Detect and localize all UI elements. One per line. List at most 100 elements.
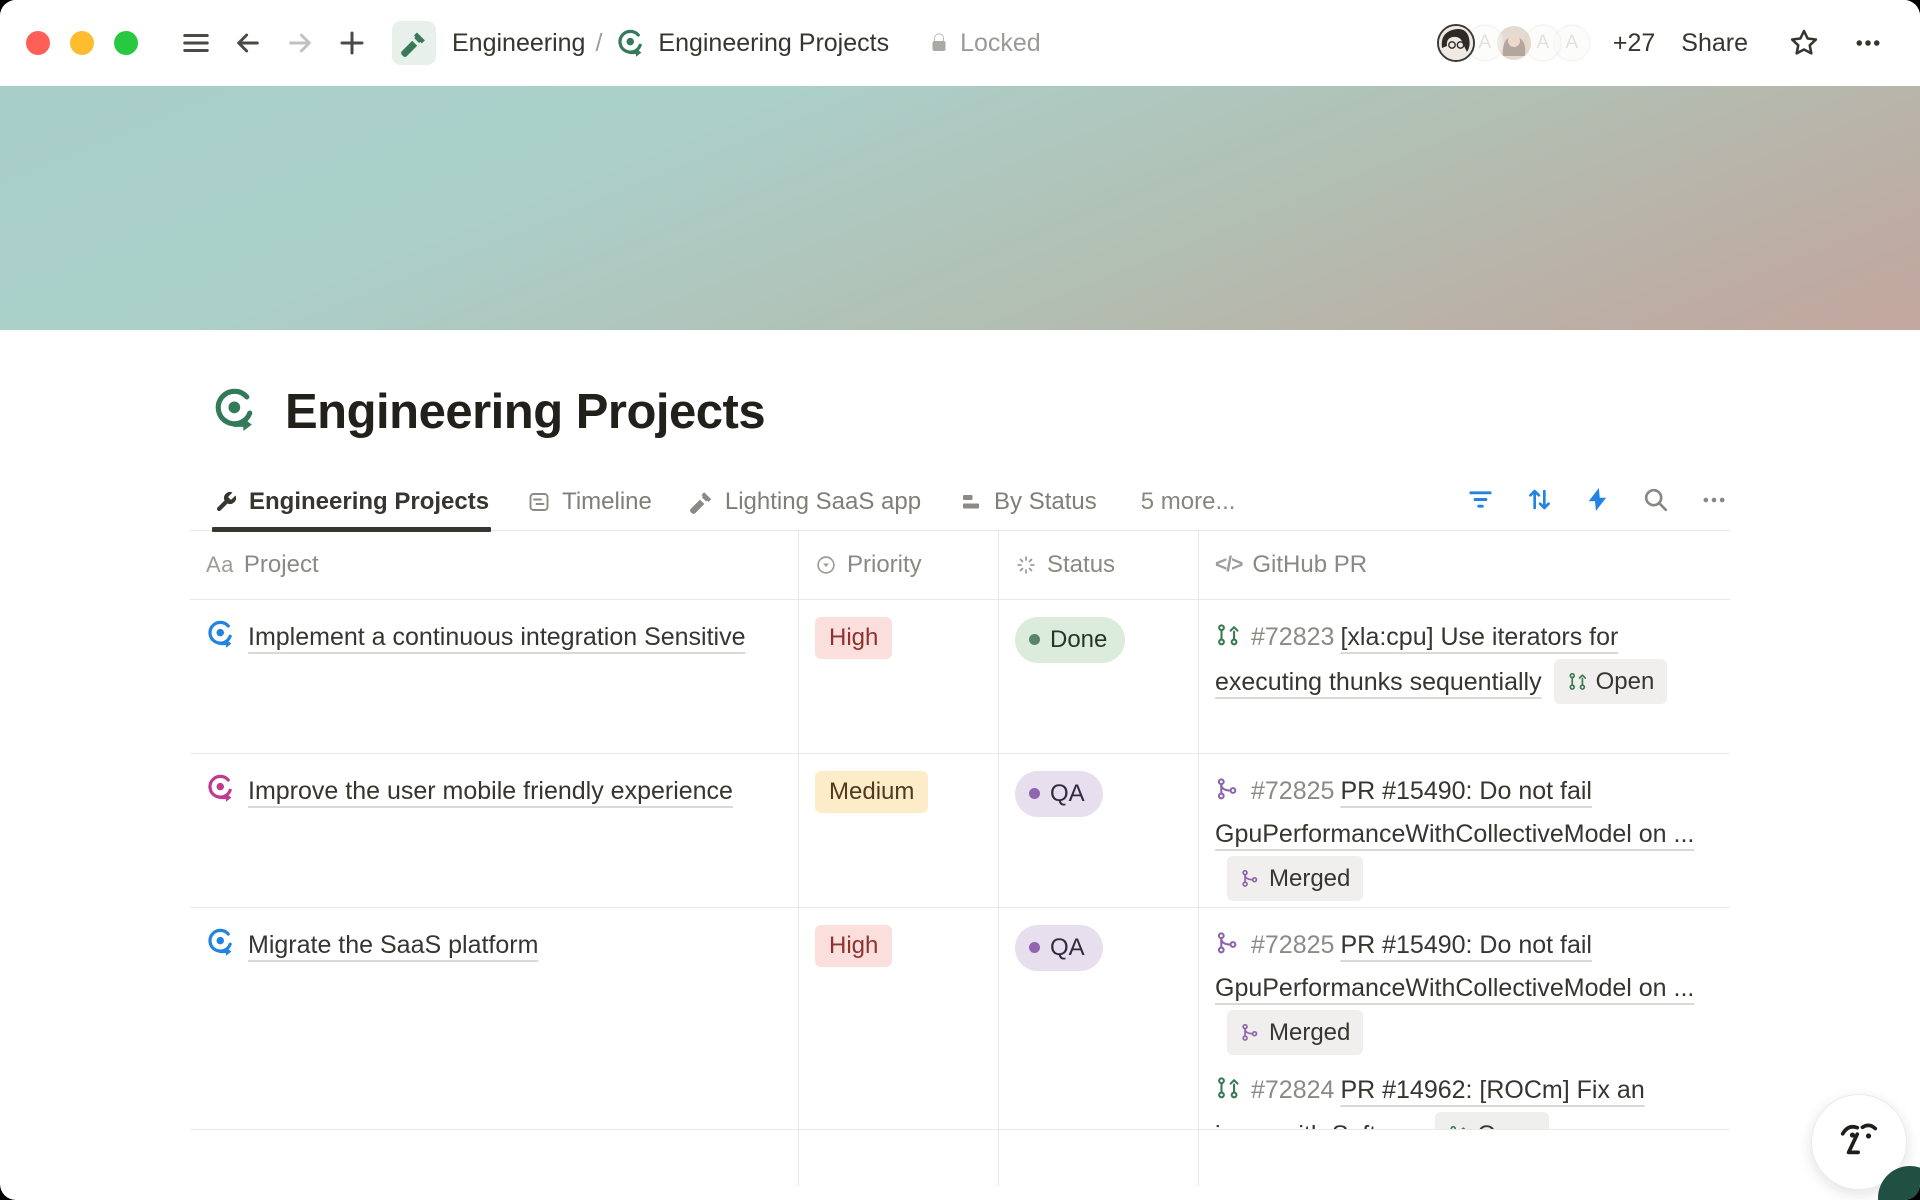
pr-open-icon [1567, 661, 1588, 702]
view-tab-label: Timeline [562, 488, 652, 516]
pr-merged-icon [1240, 1012, 1261, 1053]
project-link[interactable]: Migrate the SaaS platform [248, 931, 538, 959]
table-row: Migrate the SaaS platform High QA #72825PR… [190, 908, 1730, 1130]
close-window-button[interactable] [26, 31, 50, 55]
pr-open-icon [1215, 1076, 1241, 1104]
minimize-window-button[interactable] [70, 31, 94, 55]
zoom-window-button[interactable] [114, 31, 138, 55]
search-icon[interactable] [1641, 485, 1670, 519]
project-goal-icon [206, 619, 236, 663]
pr-state-badge[interactable]: Open [1435, 1112, 1549, 1130]
projects-table: Aa Project Priority Status </> GitHub PR Impl… [190, 530, 1730, 1186]
table-header-row: Aa Project Priority Status </> GitHub PR [190, 531, 1730, 600]
hammer-icon [690, 490, 714, 514]
view-tab-timeline[interactable]: Timeline [527, 474, 652, 530]
view-options-icon[interactable] [1700, 486, 1728, 519]
breadcrumb-separator: / [595, 29, 602, 58]
pr-open-icon [1448, 1114, 1469, 1130]
lock-icon [927, 31, 951, 55]
toolbar: Engineering / Engineering Projects Locke… [0, 0, 1920, 86]
pr-merged-icon [1215, 777, 1241, 805]
column-label: Status [1047, 551, 1115, 579]
text-property-icon: Aa [206, 552, 234, 578]
avatar[interactable] [1437, 24, 1475, 62]
pr-state-badge[interactable]: Merged [1227, 856, 1363, 901]
pr-number: #72825 [1251, 777, 1334, 805]
board-icon [959, 490, 983, 514]
pr-number: #72824 [1251, 1076, 1334, 1104]
more-views-button[interactable]: 5 more... [1141, 488, 1236, 516]
view-tab-label: Lighting SaaS app [725, 488, 921, 516]
sort-icon[interactable] [1525, 485, 1554, 519]
more-options-icon[interactable] [1846, 21, 1890, 65]
view-tab-label: Engineering Projects [249, 488, 489, 516]
view-tab-lighting-saas-app[interactable]: Lighting SaaS app [690, 474, 921, 530]
timeline-icon [527, 490, 551, 514]
pr-number: #72823 [1251, 623, 1334, 651]
new-tab-icon[interactable] [330, 21, 374, 65]
collaborator-avatars[interactable]: AAA [1437, 24, 1591, 62]
priority-badge[interactable]: Medium [815, 771, 928, 813]
page-cover [0, 86, 1920, 330]
locked-indicator[interactable]: Locked [927, 29, 1041, 58]
filter-icon[interactable] [1466, 485, 1495, 519]
breadcrumb: Engineering / Engineering Projects [452, 28, 889, 58]
view-tab-engineering-projects[interactable]: Engineering Projects [214, 474, 489, 530]
column-header-priority[interactable]: Priority [799, 531, 999, 599]
view-tab-by-status[interactable]: By Status [959, 474, 1097, 530]
priority-badge[interactable]: High [815, 617, 892, 659]
github-pr-entry: #72825PR #15490: Do not fail GpuPerforma… [1215, 770, 1709, 901]
github-pr-entry: #72825PR #15490: Do not fail GpuPerforma… [1215, 924, 1709, 1055]
view-tabs-bar: Engineering Projects Timeline Lighting Saa… [214, 474, 1730, 530]
github-pr-entry: #72824PR #14962: [ROCm] Fix an issue wit… [1215, 1069, 1709, 1130]
column-header-github-pr[interactable]: </> GitHub PR [1199, 531, 1727, 599]
status-pill[interactable]: QA [1015, 925, 1103, 971]
column-label: Priority [847, 551, 922, 579]
pr-state-badge[interactable]: Merged [1227, 1010, 1363, 1055]
page-goal-icon [616, 28, 646, 58]
avatar-overflow-count[interactable]: +27 [1613, 29, 1655, 58]
pr-merged-icon [1240, 858, 1261, 899]
avatar-initial: A [1566, 32, 1579, 54]
priority-badge[interactable]: High [815, 925, 892, 967]
pr-open-icon [1215, 623, 1241, 651]
forward-icon[interactable] [278, 21, 322, 65]
github-pr-entry: #72823[xla:cpu] Use iterators for execut… [1215, 616, 1709, 704]
project-link[interactable]: Improve the user mobile friendly experie… [248, 777, 733, 805]
column-label: Project [244, 551, 319, 579]
column-header-project[interactable]: Aa Project [190, 531, 799, 599]
table-row: Implement a continuous integration Sensi… [190, 600, 1730, 754]
breadcrumb-root[interactable]: Engineering [452, 29, 585, 58]
favorite-star-icon[interactable] [1782, 21, 1826, 65]
status-dot-icon [1029, 634, 1040, 645]
select-property-icon [815, 554, 837, 576]
pr-number: #72825 [1251, 931, 1334, 959]
share-button[interactable]: Share [1681, 29, 1748, 58]
status-pill[interactable]: Done [1015, 617, 1125, 663]
breadcrumb-current[interactable]: Engineering Projects [658, 29, 889, 58]
wrench-icon [214, 490, 238, 514]
table-row: Improve the user mobile friendly experie… [190, 754, 1730, 908]
project-goal-icon [206, 927, 236, 971]
sidebar-menu-icon[interactable] [174, 21, 218, 65]
column-header-status[interactable]: Status [999, 531, 1199, 599]
status-dot-icon [1029, 788, 1040, 799]
status-pill[interactable]: QA [1015, 771, 1103, 817]
avatar-initial: A [1479, 32, 1492, 54]
project-goal-icon [206, 773, 236, 817]
column-label: GitHub PR [1252, 551, 1367, 579]
pr-state-badge[interactable]: Open [1554, 659, 1668, 704]
status-dot-icon [1029, 942, 1040, 953]
automations-lightning-icon[interactable] [1584, 486, 1611, 518]
app-window: Engineering / Engineering Projects Locke… [0, 0, 1920, 1200]
page-title[interactable]: Engineering Projects [285, 384, 765, 440]
view-tab-label: By Status [994, 488, 1097, 516]
workspace-hammer-icon[interactable] [392, 21, 436, 65]
page-icon[interactable] [212, 386, 259, 438]
code-property-icon: </> [1215, 553, 1242, 577]
avatar-initial: A [1537, 32, 1550, 54]
table-row-partial [190, 1130, 1730, 1186]
project-link[interactable]: Implement a continuous integration Sensi… [248, 623, 746, 651]
back-icon[interactable] [226, 21, 270, 65]
pr-merged-icon [1215, 931, 1241, 959]
